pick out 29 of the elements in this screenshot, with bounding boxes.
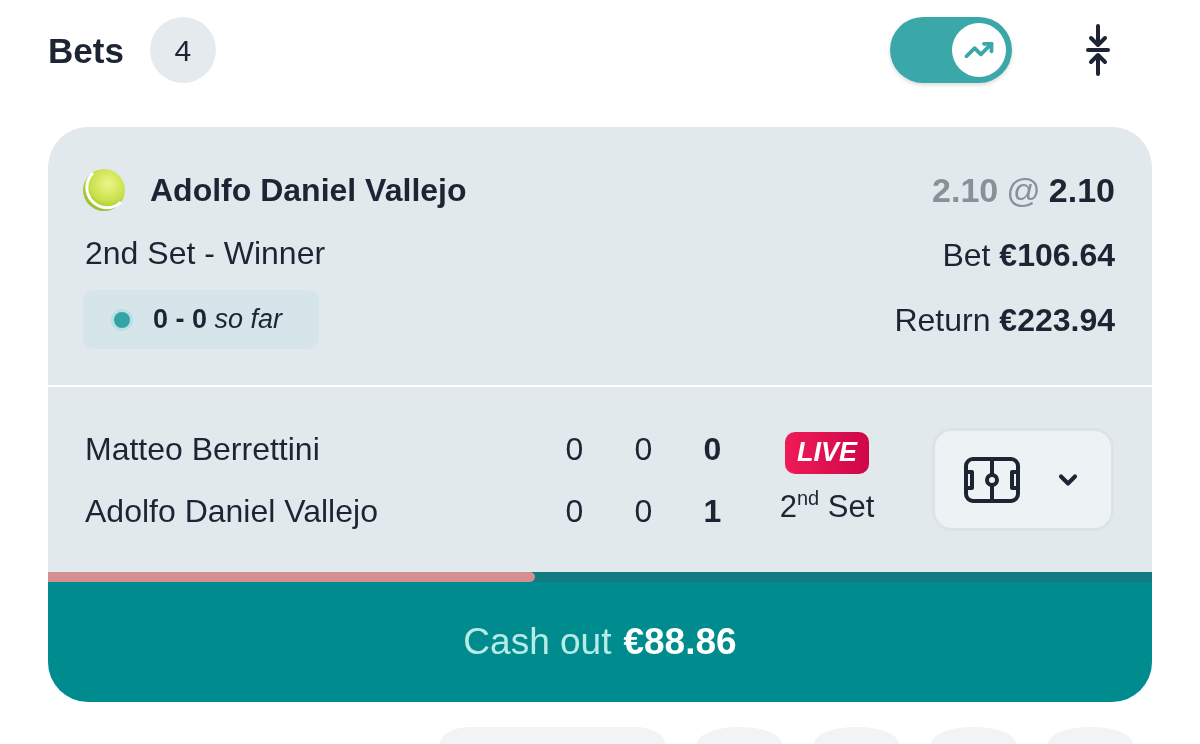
set-score: 0 [702, 429, 723, 469]
current-odds: 2.10 [1048, 169, 1115, 211]
set-score: 0 [633, 429, 654, 469]
set-score: 0 [564, 429, 585, 469]
chart-toggle[interactable] [890, 17, 1012, 83]
set-score: 1 [702, 491, 723, 531]
pitch-icon [964, 456, 1020, 503]
collapse-icon[interactable] [1084, 24, 1112, 76]
live-score-text: 0 - 0 so far [153, 303, 283, 337]
status-dot-icon [111, 308, 133, 331]
cash-out-label: Cash out [463, 620, 612, 665]
live-badge: LIVE [785, 431, 869, 474]
player-name: Adolfo Daniel Vallejo [85, 491, 379, 531]
original-odds: 2.10 [932, 169, 999, 211]
market-name: 2nd Set - Winner [84, 234, 326, 273]
match-tracker-button[interactable] [932, 428, 1114, 531]
player-name: Matteo Berrettini [85, 429, 321, 469]
return-text: Return €223.94 [894, 301, 1115, 340]
bets-title: Bets [48, 32, 124, 68]
tennis-ball-icon [83, 169, 125, 211]
cash-out-amount: €88.86 [623, 620, 737, 665]
stake-text: Bet €106.64 [942, 236, 1115, 275]
cash-out-button[interactable]: Cash out €88.86 [48, 582, 1152, 702]
period-text: 2$^{nd}$ Set [779, 487, 875, 527]
at-sign: @ [1006, 169, 1041, 211]
bet-count-badge: 4 [149, 17, 216, 83]
set-score: 0 [564, 491, 585, 531]
selection-name: Adolfo Daniel Vallejo [150, 171, 467, 210]
set-score: 0 [633, 491, 654, 531]
